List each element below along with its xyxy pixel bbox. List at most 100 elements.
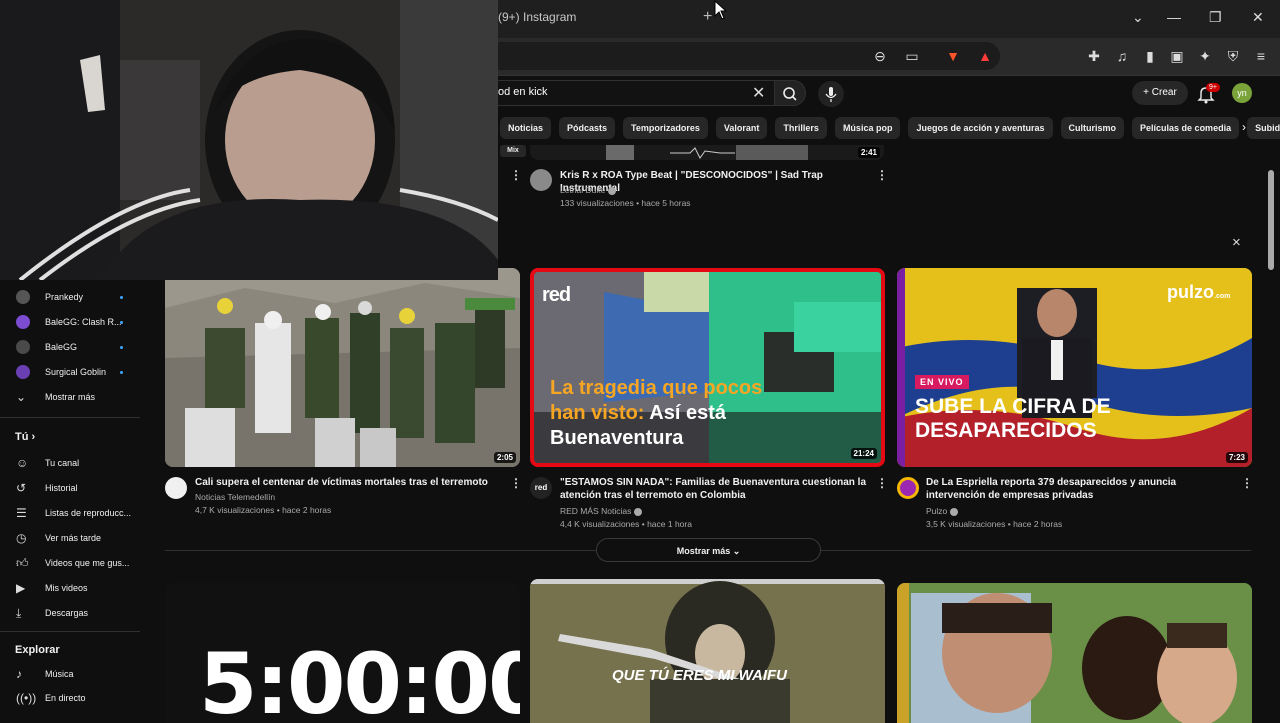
- sidebar-icon[interactable]: ▮: [1140, 46, 1160, 66]
- sidebar-item-your-channel[interactable]: ☺ Tu canal: [16, 454, 146, 474]
- video-thumbnail[interactable]: 5:00:00: [165, 583, 520, 723]
- video-title[interactable]: Cali supera el centenar de víctimas mort…: [195, 476, 505, 489]
- caption-line-3: Así está: [649, 402, 726, 424]
- channel-avatar[interactable]: [165, 477, 187, 499]
- filter-chips: Noticias Pódcasts Temporizadores Valorant Th…: [500, 117, 1280, 139]
- chip-podcasts[interactable]: Pódcasts: [559, 117, 616, 139]
- brave-shield-icon[interactable]: ▼: [943, 46, 963, 66]
- chip-temporizadores[interactable]: Temporizadores: [623, 117, 708, 139]
- cast-icon[interactable]: ▭: [902, 46, 922, 66]
- more-options-icon[interactable]: ⋮: [510, 168, 522, 182]
- chip-noticias[interactable]: Noticias: [500, 117, 552, 139]
- create-button[interactable]: + Crear: [1132, 81, 1188, 105]
- webcam-person-image: [0, 0, 498, 280]
- menu-icon[interactable]: ≡: [1251, 46, 1271, 66]
- video-meta: 4,7 K visualizaciones • hace 2 horas: [195, 505, 332, 515]
- more-options-icon[interactable]: ⋮: [510, 476, 522, 490]
- search-button[interactable]: [774, 80, 806, 106]
- subscription-item[interactable]: BaleGG: [16, 338, 136, 358]
- brave-rewards-icon[interactable]: ▲: [975, 46, 995, 66]
- chevron-right-icon[interactable]: ›: [1242, 120, 1246, 134]
- clear-search-icon[interactable]: ✕: [752, 83, 765, 103]
- sidebar-item-liked-videos[interactable]: 👍︎ Videos que me gus...: [16, 554, 146, 574]
- channel-name[interactable]: Noticias Telemedellín: [195, 491, 275, 504]
- more-options-icon[interactable]: ⋮: [876, 168, 888, 182]
- sidebar-item-label: Mis videos: [45, 583, 88, 593]
- subscription-item[interactable]: Surgical Goblin: [16, 363, 136, 383]
- red-logo: red: [542, 284, 571, 306]
- more-options-icon[interactable]: ⋮: [1241, 476, 1253, 490]
- leo-ai-icon[interactable]: ✦: [1195, 46, 1215, 66]
- chip-culturismo[interactable]: Culturismo: [1060, 117, 1125, 139]
- sidebar-item-label: Ver más tarde: [45, 533, 102, 543]
- sidebar-item-playlists[interactable]: ☰ Listas de reproducc...: [16, 504, 146, 524]
- show-more-subscriptions[interactable]: ⌄ Mostrar más: [16, 388, 146, 408]
- vpn-shield-icon[interactable]: ⛨: [1223, 46, 1243, 66]
- new-content-dot: [120, 371, 123, 374]
- notification-badge: 9+: [1206, 83, 1220, 92]
- channel-avatar[interactable]: [897, 477, 919, 499]
- media-icon[interactable]: ♫: [1112, 46, 1132, 66]
- minimize-icon[interactable]: —: [1167, 9, 1181, 25]
- account-avatar[interactable]: yn: [1232, 83, 1252, 103]
- chip-musica-pop[interactable]: Música pop: [834, 117, 901, 139]
- you-section-heading[interactable]: Tú ›: [15, 431, 35, 443]
- video-thumbnail[interactable]: red La tragedia que pocos han visto: Así…: [530, 268, 885, 467]
- sidebar-item-history[interactable]: ↺ Historial: [16, 479, 146, 499]
- sidebar-item-label: En directo: [45, 693, 86, 703]
- video-meta: 4,4 K visualizaciones • hace 1 hora: [560, 519, 692, 529]
- voice-search-button[interactable]: [818, 81, 844, 107]
- subscription-label: BaleGG: [45, 342, 78, 352]
- video-title[interactable]: De La Espriella reporta 379 desaparecido…: [926, 476, 1236, 502]
- video-thumbnail[interactable]: QUE TÚ ERES MI WAIFU: [530, 579, 885, 723]
- telenovela-scene-image: [897, 583, 1252, 723]
- chip-peliculas-comedia[interactable]: Películas de comedia: [1132, 117, 1240, 139]
- chip-thrillers[interactable]: Thrillers: [775, 117, 827, 139]
- sidebar-item-live[interactable]: ((•)) En directo: [16, 689, 146, 709]
- timer-text: 5:00:00: [199, 635, 520, 723]
- chip-subidas[interactable]: Subidas r: [1247, 117, 1280, 139]
- rescue-scene-image: [165, 268, 520, 467]
- channel-avatar[interactable]: [530, 169, 552, 191]
- anime-character-image: [530, 579, 885, 723]
- scrollbar[interactable]: [1268, 170, 1274, 270]
- show-more-button[interactable]: Mostrar más ⌄: [596, 538, 821, 562]
- sidebar-item-watch-later[interactable]: ◷ Ver más tarde: [16, 529, 146, 549]
- subscription-item[interactable]: Prankedy: [16, 288, 136, 308]
- you-heading-label: Tú: [15, 431, 29, 443]
- channel-name[interactable]: Pulzo: [926, 505, 959, 518]
- video-thumbnail[interactable]: pulzo.com EN VIVO SUBE LA CIFRA DE DESAP…: [897, 268, 1252, 467]
- subscription-item[interactable]: BaleGG: Clash R...: [16, 313, 136, 333]
- create-label: Crear: [1151, 87, 1177, 98]
- restore-icon[interactable]: ❐: [1209, 9, 1222, 26]
- channel-avatar[interactable]: red: [530, 477, 552, 499]
- address-bar[interactable]: [480, 42, 1000, 70]
- channel-name[interactable]: Lethal Duke: [560, 184, 617, 197]
- extensions-icon[interactable]: ✚: [1084, 46, 1104, 66]
- zoom-icon[interactable]: ⊖: [870, 46, 890, 66]
- video-thumbnail[interactable]: [897, 583, 1252, 723]
- tab-instagram[interactable]: (9+) Instagram: [498, 10, 576, 24]
- sidebar-item-downloads[interactable]: ⤓ Descargas: [16, 604, 146, 624]
- subscription-label: Surgical Goblin: [45, 367, 107, 377]
- sidebar-item-music[interactable]: ♪ Música: [16, 665, 146, 685]
- caption-line-4: Buenaventura: [550, 427, 684, 449]
- more-options-icon[interactable]: ⋮: [876, 476, 888, 490]
- close-section-icon[interactable]: ×: [1232, 234, 1241, 251]
- thumbnail-caption: SUBE LA CIFRA DE DESAPARECIDOS: [915, 395, 1111, 443]
- new-tab-button[interactable]: +: [703, 8, 712, 26]
- close-icon[interactable]: ✕: [1252, 9, 1264, 26]
- channel-name[interactable]: RED MÁS Noticias: [560, 505, 643, 518]
- sidebar-item-my-videos[interactable]: ▶ Mis videos: [16, 579, 146, 599]
- caption-line-1: La tragedia que pocos: [550, 377, 763, 399]
- video-title[interactable]: "ESTAMOS SIN NADA": Familias de Buenaven…: [560, 476, 870, 502]
- chip-valorant[interactable]: Valorant: [715, 117, 768, 139]
- sidebar-item-label: Tu canal: [45, 458, 80, 468]
- playlists-icon: ☰: [16, 506, 27, 520]
- chevron-down-icon[interactable]: ⌄: [1132, 9, 1144, 26]
- video-thumbnail[interactable]: 2:41: [530, 145, 884, 160]
- video-thumbnail[interactable]: 2:05: [165, 268, 520, 467]
- chevron-down-icon: ⌄: [16, 390, 27, 404]
- wallet-icon[interactable]: ▣: [1167, 46, 1187, 66]
- chip-juegos-accion[interactable]: Juegos de acción y aventuras: [908, 117, 1053, 139]
